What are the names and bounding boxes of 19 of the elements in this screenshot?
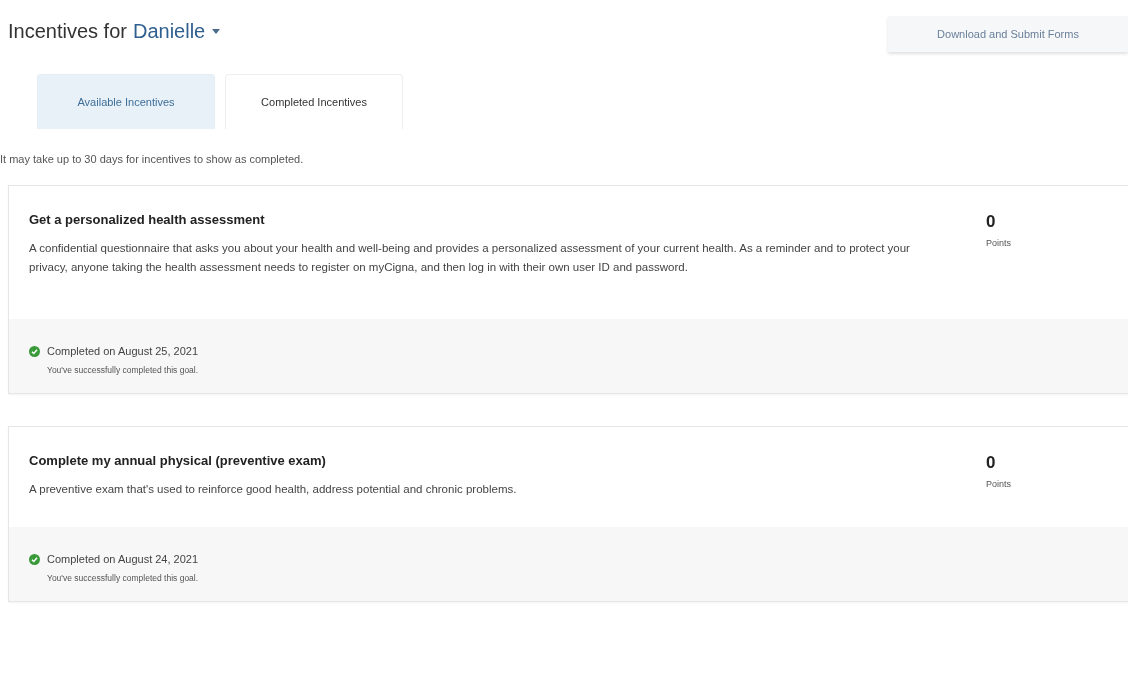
status-text: Completed on August 24, 2021 xyxy=(47,553,199,565)
status-detail: You've successfully completed this goal. xyxy=(47,573,200,583)
page-title: Incentives for xyxy=(8,20,127,43)
tab[interactable]: Completed Incentives xyxy=(225,74,403,129)
status-text: Completed on August 25, 2021 xyxy=(47,345,199,357)
incentive-title: Get a personalized health assessment xyxy=(29,212,266,227)
status-detail: You've successfully completed this goal. xyxy=(47,365,200,375)
incentive-title: Complete my annual physical (preventive exam) xyxy=(29,453,327,468)
points-label: Points xyxy=(986,479,1011,489)
incentive-description: A confidential questionnaire that asks you about your health and well-being and provides a personalized assessment of your current health. As a reminder and to protect your privacy, anyone taking the health assessment needs to register on myCigna, and then log in with their own user ID and password. xyxy=(29,241,911,275)
caret-icon xyxy=(212,29,221,34)
tab[interactable]: Available Incentives xyxy=(37,74,215,129)
points-value: 0 xyxy=(986,212,997,232)
points-label: Points xyxy=(986,238,1011,248)
download-forms-button[interactable]: Download and Submit Forms xyxy=(888,16,1128,52)
person-dropdown[interactable]: Danielle xyxy=(132,20,221,43)
points-value: 0 xyxy=(986,453,997,473)
info-note: It may take up to 30 days for incentives to show as completed. xyxy=(0,153,305,165)
incentive-description: A preventive exam that's used to reinforce good health, address potential and chronic problems. xyxy=(29,482,518,497)
